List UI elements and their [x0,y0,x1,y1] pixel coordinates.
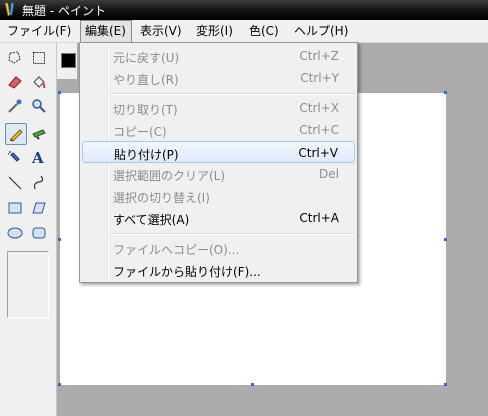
menu-item-paste[interactable]: 貼り付け(P) Ctrl+V [82,141,355,163]
magnifier-icon [32,99,46,113]
brush-icon [32,129,46,140]
text-tool[interactable]: A [29,147,51,169]
window-title: 無題 - ペイント [22,4,106,18]
menu-item-cut[interactable]: 切り取り(T) Ctrl+X [82,97,355,119]
rectangle-tool[interactable] [5,198,27,220]
brush-tool[interactable] [29,123,51,145]
menu-item-shortcut: Ctrl+A [299,211,339,225]
edit-menu-dropdown: 元に戻す(U) Ctrl+Z やり直し(R) Ctrl+Y 切り取り(T) Ct… [79,42,358,283]
fill-tool[interactable] [29,72,51,94]
polygon-icon [32,202,46,214]
line-tool[interactable] [5,173,27,195]
menu-item-label: すべて選択(A) [113,213,190,227]
menu-item-paste-from[interactable]: ファイルから貼り付け(F)... [82,259,355,281]
menu-item-redo[interactable]: やり直し(R) Ctrl+Y [82,67,355,89]
menu-image[interactable]: 変形(I) [192,20,237,42]
magnifier-tool[interactable] [29,96,51,118]
menu-item-label: 元に戻す(U) [113,51,180,65]
color-picker-icon [8,99,22,113]
menu-item-shortcut: Ctrl+Y [300,71,339,85]
pencil-tool[interactable] [5,123,27,145]
ellipse-icon [7,227,23,239]
menu-item-label: ファイルから貼り付け(F)... [113,265,261,279]
menu-item-label: 切り取り(T) [113,103,178,117]
rectangle-icon [8,202,22,214]
eraser-tool[interactable] [5,72,27,94]
menu-item-invert-selection[interactable]: 選択の切り替え(I) [82,185,355,207]
free-select-icon [8,51,21,64]
menu-item-copy[interactable]: コピー(C) Ctrl+C [82,119,355,141]
polygon-tool[interactable] [29,198,51,220]
paint-app-icon[interactable] [3,2,17,17]
rect-select-icon [33,52,45,64]
menu-item-shortcut: Del [319,167,339,181]
menu-item-label: コピー(C) [113,125,167,139]
ellipse-tool[interactable] [5,223,27,245]
resize-handle [58,238,61,241]
resize-handle[interactable] [444,383,447,386]
menu-item-shortcut: Ctrl+Z [299,49,339,63]
rounded-rect-icon [32,227,46,239]
resize-handle[interactable] [444,238,447,241]
airbrush-icon [7,151,20,162]
menu-item-label: 貼り付け(P) [114,148,179,162]
menu-separator [110,93,355,95]
color-indicator[interactable] [57,43,77,79]
menu-item-select-all[interactable]: すべて選択(A) Ctrl+A [82,207,355,229]
menu-item-shortcut: Ctrl+X [299,101,339,115]
menu-item-clear-selection[interactable]: 選択範囲のクリア(L) Del [82,163,355,185]
rounded-rect-tool[interactable] [29,223,51,245]
resize-handle [58,91,61,94]
rect-select-tool[interactable] [29,48,51,70]
menu-item-undo[interactable]: 元に戻す(U) Ctrl+Z [82,45,355,67]
text-icon: A [31,149,44,165]
resize-handle[interactable] [251,383,254,386]
svg-text:A: A [31,149,44,165]
menu-item-shortcut: Ctrl+C [299,123,339,137]
resize-handle [444,91,447,94]
free-select-tool[interactable] [5,48,27,70]
pencil-icon [10,129,23,142]
menu-bar: ファイル(F) 編集(E) 表示(V) 変形(I) 色(C) ヘルプ(H) [0,20,488,43]
curve-icon [33,175,44,190]
menu-colors[interactable]: 色(C) [245,20,283,42]
menu-item-copy-to[interactable]: ファイルへコピー(O)... [82,237,355,259]
menu-item-label: ファイルへコピー(O)... [113,243,240,257]
resize-handle [58,383,61,386]
menu-item-label: 選択範囲のクリア(L) [113,169,226,183]
eraser-icon [8,76,22,89]
toolbox: A [0,43,57,416]
curve-tool[interactable] [29,173,51,195]
tool-options-panel[interactable] [7,251,49,318]
title-bar: 無題 - ペイント [0,0,488,20]
menu-separator [110,233,355,235]
menu-file[interactable]: ファイル(F) [3,20,75,42]
airbrush-tool[interactable] [5,147,27,169]
menu-view[interactable]: 表示(V) [136,20,186,42]
menu-item-label: やり直し(R) [113,73,179,87]
menu-item-shortcut: Ctrl+V [298,146,338,160]
line-icon [8,176,22,190]
menu-edit[interactable]: 編集(E) [80,20,132,42]
foreground-color-swatch[interactable] [61,53,76,68]
color-picker-tool[interactable] [5,96,27,118]
menu-help[interactable]: ヘルプ(H) [290,20,352,42]
menu-item-label: 選択の切り替え(I) [113,191,210,205]
fill-icon [33,76,46,89]
